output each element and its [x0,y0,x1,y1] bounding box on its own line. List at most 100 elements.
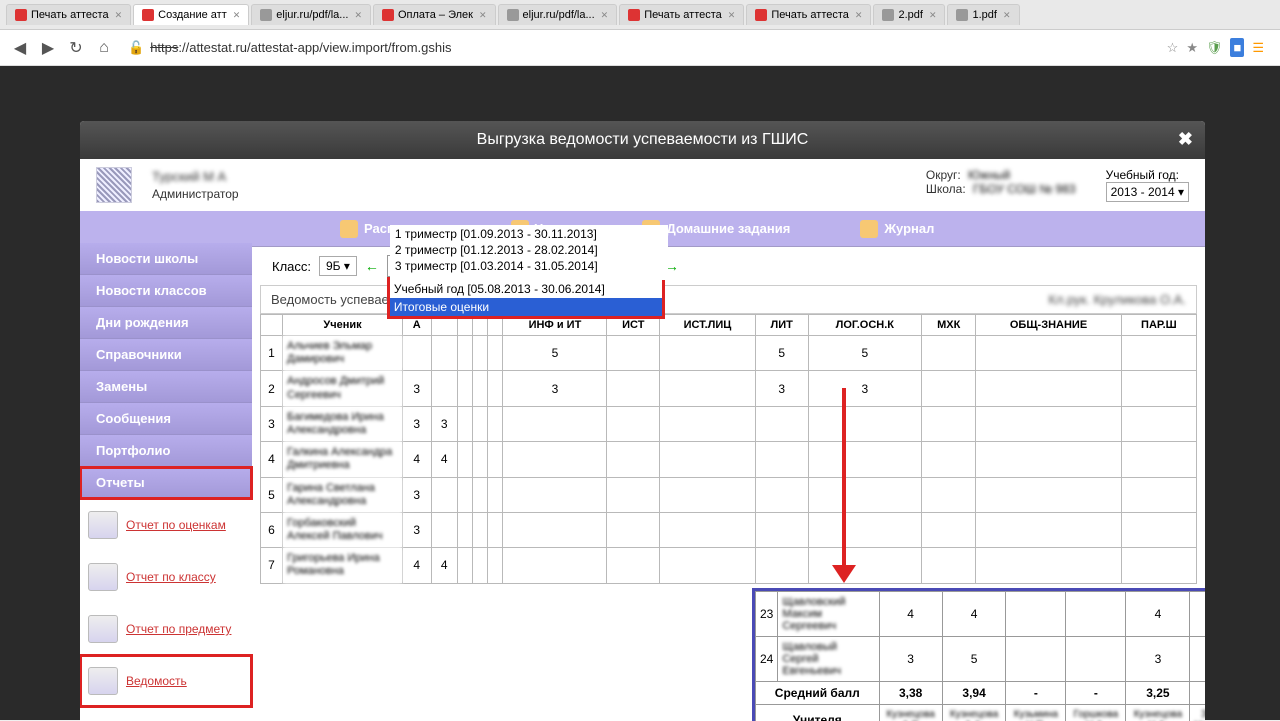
sidebar-item[interactable]: Новости классов [80,275,252,307]
tab-label: Печать аттеста [31,9,109,21]
row-num: 4 [261,442,283,477]
share-icon[interactable]: ☆ [1167,40,1179,56]
grade-cell: 4 [1126,592,1190,637]
popout-table: 23Щавловский Максим Сергеевич444424Щавло… [755,591,1205,721]
browser-tab[interactable]: 2.pdf✕ [873,4,945,25]
favicon-icon [15,9,27,21]
teacher-cell: Кузьмина Н.П. [1006,705,1066,721]
class-select[interactable]: 9Б ▾ [319,256,357,276]
tab-close-icon[interactable]: ✕ [354,10,362,21]
student-name: Гарина Светлана Александровна [283,477,403,512]
browser-tab[interactable]: Печать аттеста ✕ [6,4,131,25]
sidebar-item[interactable]: Отчеты [80,467,252,499]
modal-close-button[interactable]: ✖ [1178,129,1193,150]
period-option[interactable]: 3 триместр [01.03.2014 - 31.05.2014] [393,258,600,274]
grade-cell [488,371,503,406]
grade-cell [457,336,472,371]
tab-close-icon[interactable]: ✕ [115,10,123,21]
back-arrow-icon[interactable]: ← [365,258,379,274]
grade-cell: 3 [1126,637,1190,682]
tab-label: Печать аттеста [771,9,849,21]
tab-label: Печать аттеста [644,9,722,21]
sidebar-link[interactable]: Отчет по классу [126,570,216,584]
table-row: 24Щавловый Сергей Евгеньевич3534 [756,637,1206,682]
grade-cell [457,512,472,547]
year-select[interactable]: 2013 - 2014 ▾ [1106,182,1189,202]
grade-cell: 4 [879,592,942,637]
sidebar-item[interactable]: Сообщения [80,403,252,435]
browser-tab[interactable]: eljur.ru/pdf/la...✕ [498,4,618,25]
tab-close-icon[interactable]: ✕ [601,10,609,21]
tab-close-icon[interactable]: ✕ [855,10,863,21]
grade-cell [607,512,660,547]
tab-close-icon[interactable]: ✕ [929,10,937,21]
grade-cell: 3 [403,477,432,512]
reload-button[interactable]: ↻ [64,36,88,60]
student-name: Щавловый Сергей Евгеньевич [778,637,879,682]
grade-cell [607,477,660,512]
grade-cell [473,406,488,441]
sidebar-item[interactable]: Новости школы [80,243,252,275]
sidebar-link[interactable]: Отчет по оценкам [126,518,226,532]
column-header: ПАР.Ш [1121,315,1196,336]
grade-cell: 4 [942,592,1006,637]
grade-cell [457,371,472,406]
browser-tab[interactable]: Оплата – Элек✕ [373,4,496,25]
tab-close-icon[interactable]: ✕ [233,10,241,21]
favicon-icon [755,9,767,21]
browser-tab[interactable]: Создание атт✕ [133,4,249,25]
teacher-cell: Горшкова Н.А. [1066,705,1126,721]
grade-cell [922,371,976,406]
tab-close-icon[interactable]: ✕ [479,10,487,21]
browser-tab[interactable]: 1.pdf✕ [947,4,1019,25]
sidebar-subitem[interactable]: Отчет по предмету [80,603,252,655]
browser-tab[interactable]: Печать аттеста ✕ [746,4,871,25]
grade-cell [922,442,976,477]
sidebar-item[interactable]: Справочники [80,339,252,371]
sidebar-link[interactable]: Ведомость [126,674,187,688]
period-option[interactable]: 2 триместр [01.12.2013 - 28.02.2014] [393,242,600,258]
content-area: Класс: 9Б ▾ ← Учебный год [05.08.2013 - … [252,243,1205,592]
browser-tab[interactable]: eljur.ru/pdf/la...✕ [251,4,371,25]
menu-icon[interactable]: ☰ [1252,40,1264,56]
class-label: Класс: [272,259,311,274]
row-num: 23 [756,592,778,637]
grade-cell [607,336,660,371]
sidebar-item[interactable]: Портфолио [80,435,252,467]
url-input[interactable]: 🔓 https://attestat.ru/attestat-app/view.… [120,36,1167,60]
tab-close-icon[interactable]: ✕ [1003,10,1011,21]
menu-journal[interactable]: Журнал [860,220,934,238]
sidebar: Новости школыНовости классовДни рождения… [80,243,252,707]
teacher-cell: Кузнецова Н.А. [1126,705,1190,721]
grade-cell [755,442,808,477]
grade-cell [473,442,488,477]
sidebar-item[interactable]: Дни рождения [80,307,252,339]
forward-button[interactable]: ▶ [36,36,60,60]
teachers-label: Учителя [756,705,880,721]
favicon-icon [507,9,519,21]
okrug-value: Южный [968,168,1010,182]
home-button[interactable]: ⌂ [92,36,116,60]
sidebar-link[interactable]: Отчет по предмету [126,622,231,636]
grade-cell: 5 [503,336,607,371]
grade-cell [607,548,660,583]
grid-icon[interactable]: ■ [1230,38,1244,57]
grade-cell [488,442,503,477]
tab-close-icon[interactable]: ✕ [728,10,736,21]
extension-icon[interactable]: 🛡 [1206,40,1223,56]
sidebar-subitem[interactable]: Отчет по оценкам [80,499,252,551]
grade-cell: 5 [808,336,922,371]
period-option-highlighted[interactable]: Итоговые оценки [390,298,662,316]
sidebar-subitem[interactable]: Отчет по классу [80,551,252,603]
sidebar-item[interactable]: Замены [80,371,252,403]
period-dropdown[interactable]: 1 триместр [01.09.2013 - 30.11.2013] 2 т… [387,277,665,319]
table-row: 2Андросов Дмитрий Сергеевич3333 [261,371,1197,406]
period-option-selected[interactable]: Учебный год [05.08.2013 - 30.06.2014] [390,280,662,298]
grade-cell: 4 [1190,637,1205,682]
period-option[interactable]: 1 триместр [01.09.2013 - 30.11.2013] [393,226,600,242]
sidebar-subitem[interactable]: Ведомость [80,655,252,707]
grade-cell [922,477,976,512]
back-button[interactable]: ◀ [8,36,32,60]
browser-tab[interactable]: Печать аттеста ✕ [619,4,744,25]
bookmark-icon[interactable]: ★ [1186,40,1198,56]
